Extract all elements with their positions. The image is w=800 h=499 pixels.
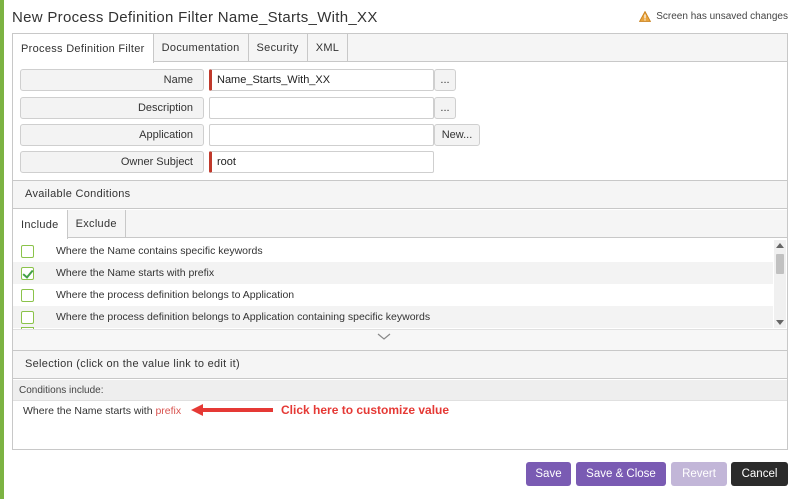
owner-input[interactable]: root bbox=[209, 151, 434, 173]
tab-include[interactable]: Include bbox=[13, 210, 68, 239]
conditions-include-label: Conditions include: bbox=[13, 380, 787, 401]
owner-label: Owner Subject bbox=[20, 151, 204, 173]
left-accent-bar bbox=[0, 0, 4, 499]
footer: Save Save & Close Revert Cancel bbox=[0, 459, 800, 489]
chevron-down-icon[interactable] bbox=[377, 333, 391, 341]
unsaved-indicator: Screen has unsaved changes bbox=[639, 11, 788, 22]
name-label: Name bbox=[20, 69, 204, 91]
save-close-button[interactable]: Save & Close bbox=[576, 462, 666, 486]
name-input[interactable]: Name_Starts_With_XX bbox=[209, 69, 434, 91]
description-row: Description ... bbox=[20, 97, 780, 119]
conditions-scrollbar[interactable] bbox=[774, 240, 786, 328]
application-label: Application bbox=[20, 124, 204, 146]
condition-checkbox[interactable] bbox=[21, 288, 34, 302]
list-item[interactable]: Where the process definition belongs to … bbox=[13, 284, 773, 306]
warning-icon bbox=[639, 11, 652, 22]
selection-header: Selection (click on the value link to ed… bbox=[13, 350, 787, 379]
application-row: Application New... bbox=[20, 124, 780, 146]
tab-security[interactable]: Security bbox=[249, 34, 308, 62]
tab-process-definition-filter[interactable]: Process Definition Filter bbox=[13, 34, 154, 63]
condition-label: Where the process definition belongs to … bbox=[56, 289, 295, 301]
list-item[interactable]: Where the process definition belongs to … bbox=[13, 306, 773, 328]
name-browse-button[interactable]: ... bbox=[434, 69, 456, 91]
condition-checkbox[interactable] bbox=[21, 266, 34, 280]
main-panel: Process Definition Filter Documentation … bbox=[12, 33, 788, 450]
conditions-list: Where the Name contains specific keyword… bbox=[13, 239, 787, 329]
scroll-down-icon[interactable] bbox=[776, 320, 784, 325]
available-conditions-header: Available Conditions bbox=[13, 180, 787, 209]
application-new-button[interactable]: New... bbox=[434, 124, 480, 146]
list-item[interactable]: Where the Name starts with prefix bbox=[13, 262, 773, 284]
filter-form: Name Name_Starts_With_XX ... Description… bbox=[13, 63, 787, 180]
condition-checkbox[interactable] bbox=[21, 244, 34, 258]
owner-row: Owner Subject root bbox=[20, 151, 780, 173]
tab-xml[interactable]: XML bbox=[308, 34, 349, 62]
left-arrow-icon bbox=[191, 404, 273, 416]
condition-checkbox[interactable] bbox=[21, 310, 34, 324]
page-title: New Process Definition Filter Name_Start… bbox=[12, 9, 378, 26]
annotation: Click here to customize value bbox=[191, 403, 449, 417]
main-tabs: Process Definition Filter Documentation … bbox=[13, 34, 787, 63]
header: New Process Definition Filter Name_Start… bbox=[12, 6, 792, 30]
scroll-up-icon[interactable] bbox=[776, 243, 784, 248]
description-label: Description bbox=[20, 97, 204, 119]
selection-condition: Where the Name starts with prefix bbox=[23, 405, 181, 417]
description-input[interactable] bbox=[209, 97, 434, 119]
save-button[interactable]: Save bbox=[526, 462, 571, 486]
condition-label: Where the process definition belongs to … bbox=[56, 311, 431, 323]
condition-label: Where the Name contains specific keyword… bbox=[56, 245, 263, 257]
scroll-thumb[interactable] bbox=[776, 254, 784, 274]
unsaved-text: Screen has unsaved changes bbox=[656, 11, 788, 22]
prefix-value-link[interactable]: prefix bbox=[155, 405, 181, 417]
cancel-button[interactable]: Cancel bbox=[731, 462, 788, 486]
condition-label: Where the Name starts with prefix bbox=[56, 267, 215, 279]
tab-documentation[interactable]: Documentation bbox=[154, 34, 249, 62]
expand-bar[interactable] bbox=[13, 329, 787, 350]
name-row: Name Name_Starts_With_XX ... bbox=[20, 69, 780, 91]
tab-exclude[interactable]: Exclude bbox=[68, 210, 126, 238]
description-browse-button[interactable]: ... bbox=[434, 97, 456, 119]
revert-button[interactable]: Revert bbox=[671, 462, 727, 486]
annotation-text: Click here to customize value bbox=[281, 403, 450, 417]
selection-condition-text: Where the Name starts with bbox=[23, 405, 153, 417]
list-item[interactable]: Where the Name contains specific keyword… bbox=[13, 240, 773, 262]
application-input[interactable] bbox=[209, 124, 434, 146]
condition-subtabs: Include Exclude bbox=[13, 210, 787, 239]
